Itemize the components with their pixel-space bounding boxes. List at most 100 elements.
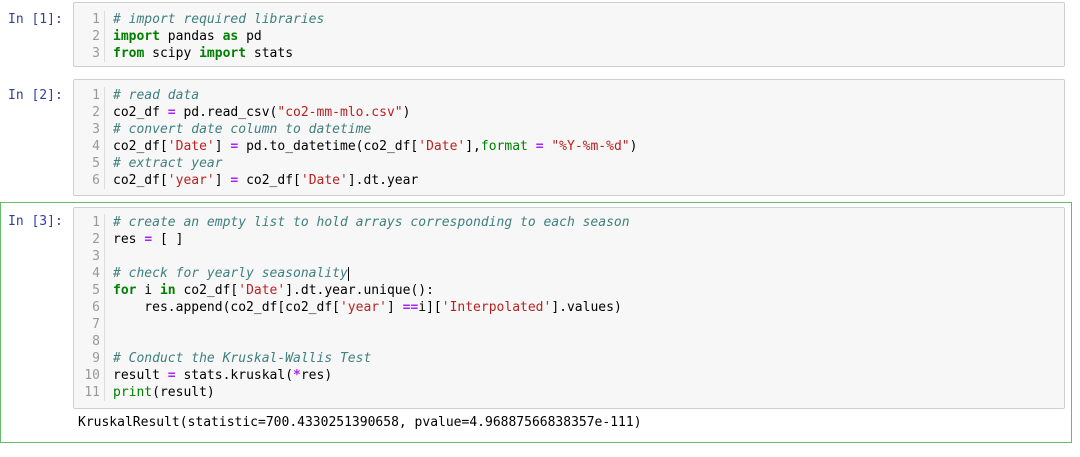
code-text: res.append(co2_df[co2_df['year'] ==i]['I… <box>105 299 621 316</box>
code-token: ].dt.year <box>347 173 419 188</box>
code-token: for <box>113 283 137 298</box>
line-number: 6 <box>74 299 105 316</box>
line-number: 1 <box>74 214 105 231</box>
code-text: co2_df = pd.read_csv("co2-mm-mlo.csv") <box>105 104 410 121</box>
line-number: 3 <box>74 248 105 265</box>
line-number: 4 <box>74 138 105 155</box>
code-token: 'Date' <box>238 283 286 298</box>
code-token: ) <box>629 139 638 154</box>
line-number: 11 <box>74 384 105 401</box>
code-cell-3[interactable]: In [3]: 1 # create an empty list to hold … <box>0 203 1072 441</box>
code-line[interactable]: 6 res.append(co2_df[co2_df['year'] ==i][… <box>74 299 1064 316</box>
code-line[interactable]: 2 co2_df = pd.read_csv("co2-mm-mlo.csv") <box>74 104 1064 121</box>
line-number: 5 <box>74 155 105 172</box>
code-line[interactable]: 8 <box>74 333 1064 350</box>
code-text: for i in co2_df['Date'].dt.year.unique()… <box>105 282 434 299</box>
code-token: # read data <box>113 88 200 103</box>
code-line[interactable]: 7 <box>74 316 1064 333</box>
code-token: res) <box>300 368 333 383</box>
code-editor[interactable]: 1 # import required libraries 2 import pand… <box>73 2 1065 67</box>
code-token: 'year' <box>167 173 215 188</box>
editor-lines: 1 # create an empty list to hold arrays c… <box>74 208 1064 401</box>
code-token: pd.read_csv( <box>175 105 278 120</box>
code-text: # import required libraries <box>105 11 324 28</box>
code-token: pd.to_datetime(co2_df[ <box>238 139 419 154</box>
cell-prompt: In [2]: <box>8 88 63 103</box>
code-text: res = [ ] <box>105 231 183 248</box>
code-token: "co2-mm-mlo.csv" <box>277 105 403 120</box>
cell-prompt: In [1]: <box>8 12 63 27</box>
code-token: ] <box>214 139 231 154</box>
code-token: 'Interpolated' <box>441 300 552 315</box>
line-number: 1 <box>74 87 105 104</box>
code-token: from <box>113 46 145 61</box>
code-line[interactable]: 1 # create an empty list to hold arrays c… <box>74 214 1064 231</box>
code-line[interactable]: 2 import pandas as pd <box>74 28 1064 45</box>
code-token: res.append(co2_df[co2_df[ <box>113 300 340 315</box>
code-token: co2_df[ <box>175 283 239 298</box>
line-number: 8 <box>74 333 105 350</box>
code-text: # Conduct the Kruskal-Wallis Test <box>105 350 371 367</box>
editor-lines: 1 # read data 2 co2_df = pd.read_csv("co2-m… <box>74 80 1064 189</box>
code-line[interactable]: 4 # check for yearly seasonality <box>74 265 1064 282</box>
code-token: # create an empty list to hold arrays co… <box>113 215 630 230</box>
line-number: 6 <box>74 172 105 189</box>
code-token: # Conduct the Kruskal-Wallis Test <box>113 351 372 366</box>
code-token: result <box>113 368 168 383</box>
line-number: 10 <box>74 367 105 384</box>
code-line[interactable]: 3 from scipy import stats <box>74 45 1064 62</box>
code-line[interactable]: 3 <box>74 248 1064 265</box>
code-line[interactable]: 10 result = stats.kruskal(*res) <box>74 367 1064 384</box>
code-token: # check for yearly seasonality <box>113 266 348 281</box>
code-editor[interactable]: 1 # create an empty list to hold arrays c… <box>73 207 1065 409</box>
code-token: as <box>222 29 239 44</box>
code-line[interactable]: 3 # convert date column to datetime <box>74 121 1064 138</box>
code-text: import pandas as pd <box>105 28 262 45</box>
code-text: from scipy import stats <box>105 45 293 62</box>
line-number: 3 <box>74 121 105 138</box>
code-line[interactable]: 6 co2_df['year'] = co2_df['Date'].dt.year <box>74 172 1064 189</box>
code-text: co2_df['Date'] = pd.to_datetime(co2_df['… <box>105 138 637 155</box>
line-number: 2 <box>74 28 105 45</box>
code-text: # read data <box>105 87 199 104</box>
code-token: == <box>402 300 419 315</box>
code-line[interactable]: 5 for i in co2_df['Date'].dt.year.unique(… <box>74 282 1064 299</box>
code-token: 'Date' <box>418 139 466 154</box>
code-line[interactable]: 9 # Conduct the Kruskal-Wallis Test <box>74 350 1064 367</box>
code-token: = <box>167 105 176 120</box>
code-token: # convert date column to datetime <box>113 122 372 137</box>
code-token: ] <box>214 173 231 188</box>
code-token: stats.kruskal( <box>175 368 294 383</box>
line-number: 2 <box>74 231 105 248</box>
code-cell-1[interactable]: In [1]: 1 # import required libraries 2 imp… <box>0 0 1072 72</box>
code-text: result = stats.kruskal(*res) <box>105 367 332 384</box>
editor-lines: 1 # import required libraries 2 import pand… <box>74 3 1064 62</box>
text-cursor <box>347 266 349 281</box>
code-token: = <box>167 368 176 383</box>
line-number: 1 <box>74 11 105 28</box>
code-line[interactable]: 1 # import required libraries <box>74 11 1064 28</box>
line-number: 3 <box>74 45 105 62</box>
code-token: co2_df <box>113 105 168 120</box>
code-token: "%Y-%m-%d" <box>551 139 630 154</box>
line-number: 9 <box>74 350 105 367</box>
line-number: 4 <box>74 265 105 282</box>
code-line[interactable]: 11 print(result) <box>74 384 1064 401</box>
code-cell-2[interactable]: In [2]: 1 # read data 2 co2_df = pd.read_cs… <box>0 78 1072 198</box>
code-editor[interactable]: 1 # read data 2 co2_df = pd.read_csv("co2-m… <box>73 79 1065 196</box>
code-line[interactable]: 2 res = [ ] <box>74 231 1064 248</box>
code-token: format <box>480 139 528 154</box>
code-token: in <box>159 283 176 298</box>
code-token: import <box>199 46 247 61</box>
code-token: stats <box>246 46 294 61</box>
line-number: 2 <box>74 104 105 121</box>
code-line[interactable]: 5 # extract year <box>74 155 1064 172</box>
code-line[interactable]: 4 co2_df['Date'] = pd.to_datetime(co2_df[… <box>74 138 1064 155</box>
code-token: i <box>136 283 160 298</box>
code-token: = <box>144 232 153 247</box>
code-line[interactable]: 1 # read data <box>74 87 1064 104</box>
code-token: = <box>535 139 544 154</box>
code-text: co2_df['year'] = co2_df['Date'].dt.year <box>105 172 418 189</box>
